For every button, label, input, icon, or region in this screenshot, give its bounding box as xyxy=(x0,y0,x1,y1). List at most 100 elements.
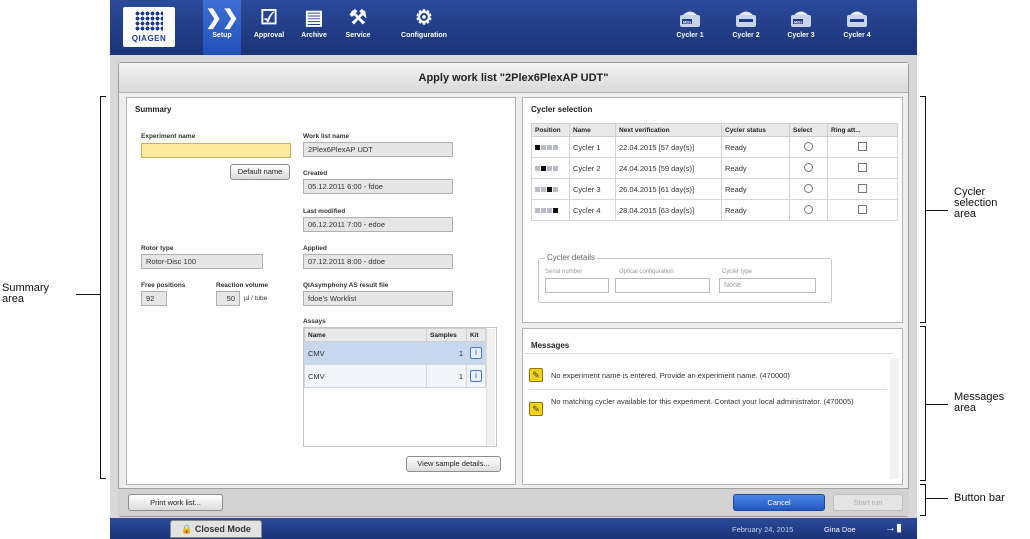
application-window: QIAGEN ❯❯ Setup ☑ Approval ▤ Archive ⚒ S… xyxy=(110,0,917,539)
assay-row-1[interactable]: CMV 1 i xyxy=(304,341,486,365)
top-navigation-bar: QIAGEN ❯❯ Setup ☑ Approval ▤ Archive ⚒ S… xyxy=(110,0,917,55)
assays-list: Name Samples Kit CMV 1 i CMV 1 i xyxy=(303,327,497,447)
col-name: Name xyxy=(569,123,616,137)
ring-attention-checkbox[interactable] xyxy=(827,178,898,200)
logout-icon[interactable]: →▮ xyxy=(885,521,902,534)
reaction-volume-unit: µl / tube xyxy=(244,295,268,302)
applied-label: Applied xyxy=(303,245,327,252)
cycler-table: Position Name Next verification Cycler s… xyxy=(531,123,898,221)
rotor-type-label: Rotor type xyxy=(141,245,174,252)
free-positions-field: 92 xyxy=(141,291,167,306)
created-label: Created xyxy=(303,170,328,177)
ring-attention-checkbox[interactable] xyxy=(827,199,898,221)
col-next-verification: Next verification xyxy=(615,123,722,137)
cycler-status: Ready xyxy=(721,157,790,179)
tab-archive-label: Archive xyxy=(301,32,327,39)
cycler-details-heading: Cycler details xyxy=(545,253,598,262)
cancel-button[interactable]: Cancel xyxy=(733,494,825,511)
cycler-name: Cycler 1 xyxy=(569,136,616,158)
tools-icon: ⚒ xyxy=(349,7,367,29)
select-radio[interactable] xyxy=(789,199,828,221)
status-bar: 🔒 Closed Mode February 24, 2015 Gina Doe… xyxy=(110,518,917,539)
default-name-button[interactable]: Default name xyxy=(230,164,290,180)
ring-attention-checkbox[interactable] xyxy=(827,157,898,179)
tab-service[interactable]: ⚒ Service xyxy=(338,0,378,55)
logo-text: QIAGEN xyxy=(131,34,167,43)
mdx-badge: MDx xyxy=(794,20,803,25)
ring-attention-checkbox[interactable] xyxy=(827,136,898,158)
assay-samples: 1 xyxy=(426,341,467,365)
pencil-warning-icon: ✎ xyxy=(529,402,543,416)
summary-area-callout: Summary area xyxy=(2,282,50,305)
kit-info-button[interactable]: i xyxy=(466,341,486,365)
assay-samples: 1 xyxy=(426,364,467,388)
select-radio[interactable] xyxy=(789,157,828,179)
col-ring-att: Ring att... xyxy=(827,123,898,137)
cycler-callout-line xyxy=(926,210,948,211)
kit-info-button[interactable]: i xyxy=(466,364,486,388)
checkbox-icon xyxy=(858,162,867,172)
summary-heading: Summary xyxy=(135,105,172,114)
optical-configuration-label: Optical configuration xyxy=(619,269,674,275)
mdx-badge: MDx xyxy=(683,20,692,25)
tab-archive[interactable]: ▤ Archive xyxy=(294,0,334,55)
page-title: Apply work list "2Plex6PlexAP UDT" xyxy=(119,63,908,93)
cycler-row-1[interactable]: Cycler 1 22.04.2015 [57 day(s)] Ready xyxy=(531,136,898,158)
col-kit: Kit xyxy=(466,328,486,342)
cycler-tab-3[interactable]: MDx Cycler 3 xyxy=(771,0,831,55)
button-bar: Print work list... Cancel Start run xyxy=(118,488,909,516)
checkmark-doc-icon: ☑ xyxy=(260,7,278,29)
cycler-tab-3-label: Cycler 3 xyxy=(787,32,815,39)
cycler-tab-2-label: Cycler 2 xyxy=(732,32,760,39)
cycler-selection-area: Cycler selection Position Name Next veri… xyxy=(522,97,903,323)
experiment-name-input[interactable] xyxy=(141,143,291,158)
cycler-name: Cycler 3 xyxy=(569,178,616,200)
tab-service-label: Service xyxy=(345,32,371,39)
start-run-button[interactable]: Start run xyxy=(833,494,903,511)
closed-mode-tab[interactable]: 🔒 Closed Mode xyxy=(170,520,262,538)
tab-configuration[interactable]: ⚙ Configuration xyxy=(391,0,457,55)
select-radio[interactable] xyxy=(789,178,828,200)
logo-dots-icon xyxy=(135,11,163,31)
tab-setup[interactable]: ❯❯ Setup xyxy=(203,0,241,55)
position-indicator xyxy=(531,157,570,179)
assays-scrollbar[interactable] xyxy=(486,329,495,445)
select-radio[interactable] xyxy=(789,136,828,158)
button-bar-callout: Button bar xyxy=(954,492,1005,504)
reaction-volume-field: 50 xyxy=(216,291,240,306)
assay-row-2[interactable]: CMV 1 i xyxy=(304,364,486,388)
reaction-volume-label: Reaction volume xyxy=(216,282,269,289)
chevrons-right-icon: ❯❯ xyxy=(205,7,239,29)
apply-work-list-panel: Apply work list "2Plex6PlexAP UDT" Summa… xyxy=(118,62,909,517)
qiasymphony-field: fdoe's Worklist xyxy=(303,291,453,306)
gears-icon: ⚙ xyxy=(415,7,433,29)
col-position: Position xyxy=(531,123,570,137)
summary-area: Summary Experiment name Default name Wor… xyxy=(126,97,516,485)
cycler-device-icon xyxy=(736,11,756,27)
cycler-tab-2[interactable]: Cycler 2 xyxy=(716,0,776,55)
messages-scrollbar[interactable] xyxy=(890,359,899,479)
view-sample-details-button[interactable]: View sample details... xyxy=(406,456,501,472)
radio-icon xyxy=(804,141,813,151)
message-divider xyxy=(529,389,887,390)
cycler-tab-4[interactable]: Cycler 4 xyxy=(827,0,887,55)
cycler-tab-1[interactable]: MDx Cycler 1 xyxy=(660,0,720,55)
created-field: 05.12.2011 6:00 - fdoe xyxy=(303,179,453,194)
experiment-name-label: Experiment name xyxy=(141,133,196,140)
cycler-tab-1-label: Cycler 1 xyxy=(676,32,704,39)
next-verification: 24.04.2015 [59 day(s)] xyxy=(615,157,722,179)
position-indicator xyxy=(531,178,570,200)
print-work-list-button[interactable]: Print work list... xyxy=(128,494,223,511)
radio-icon xyxy=(804,162,813,172)
tab-approval[interactable]: ☑ Approval xyxy=(249,0,289,55)
cycler-row-2[interactable]: Cycler 2 24.04.2015 [59 day(s)] Ready xyxy=(531,157,898,179)
cycler-row-4[interactable]: Cycler 4 28.04.2015 [63 day(s)] Ready xyxy=(531,199,898,221)
cycler-row-3[interactable]: Cycler 3 26.04.2015 [61 day(s)] Ready xyxy=(531,178,898,200)
next-verification: 22.04.2015 [57 day(s)] xyxy=(615,136,722,158)
position-indicator xyxy=(531,136,570,158)
qiasymphony-label: QIAsymphony AS result file xyxy=(303,282,389,289)
assays-table: Name Samples Kit CMV 1 i CMV 1 i xyxy=(304,328,486,388)
archive-icon: ▤ xyxy=(304,7,324,29)
cycler-selection-heading: Cycler selection xyxy=(531,105,593,114)
cycler-selection-area-callout: Cycler selection area xyxy=(954,186,998,220)
